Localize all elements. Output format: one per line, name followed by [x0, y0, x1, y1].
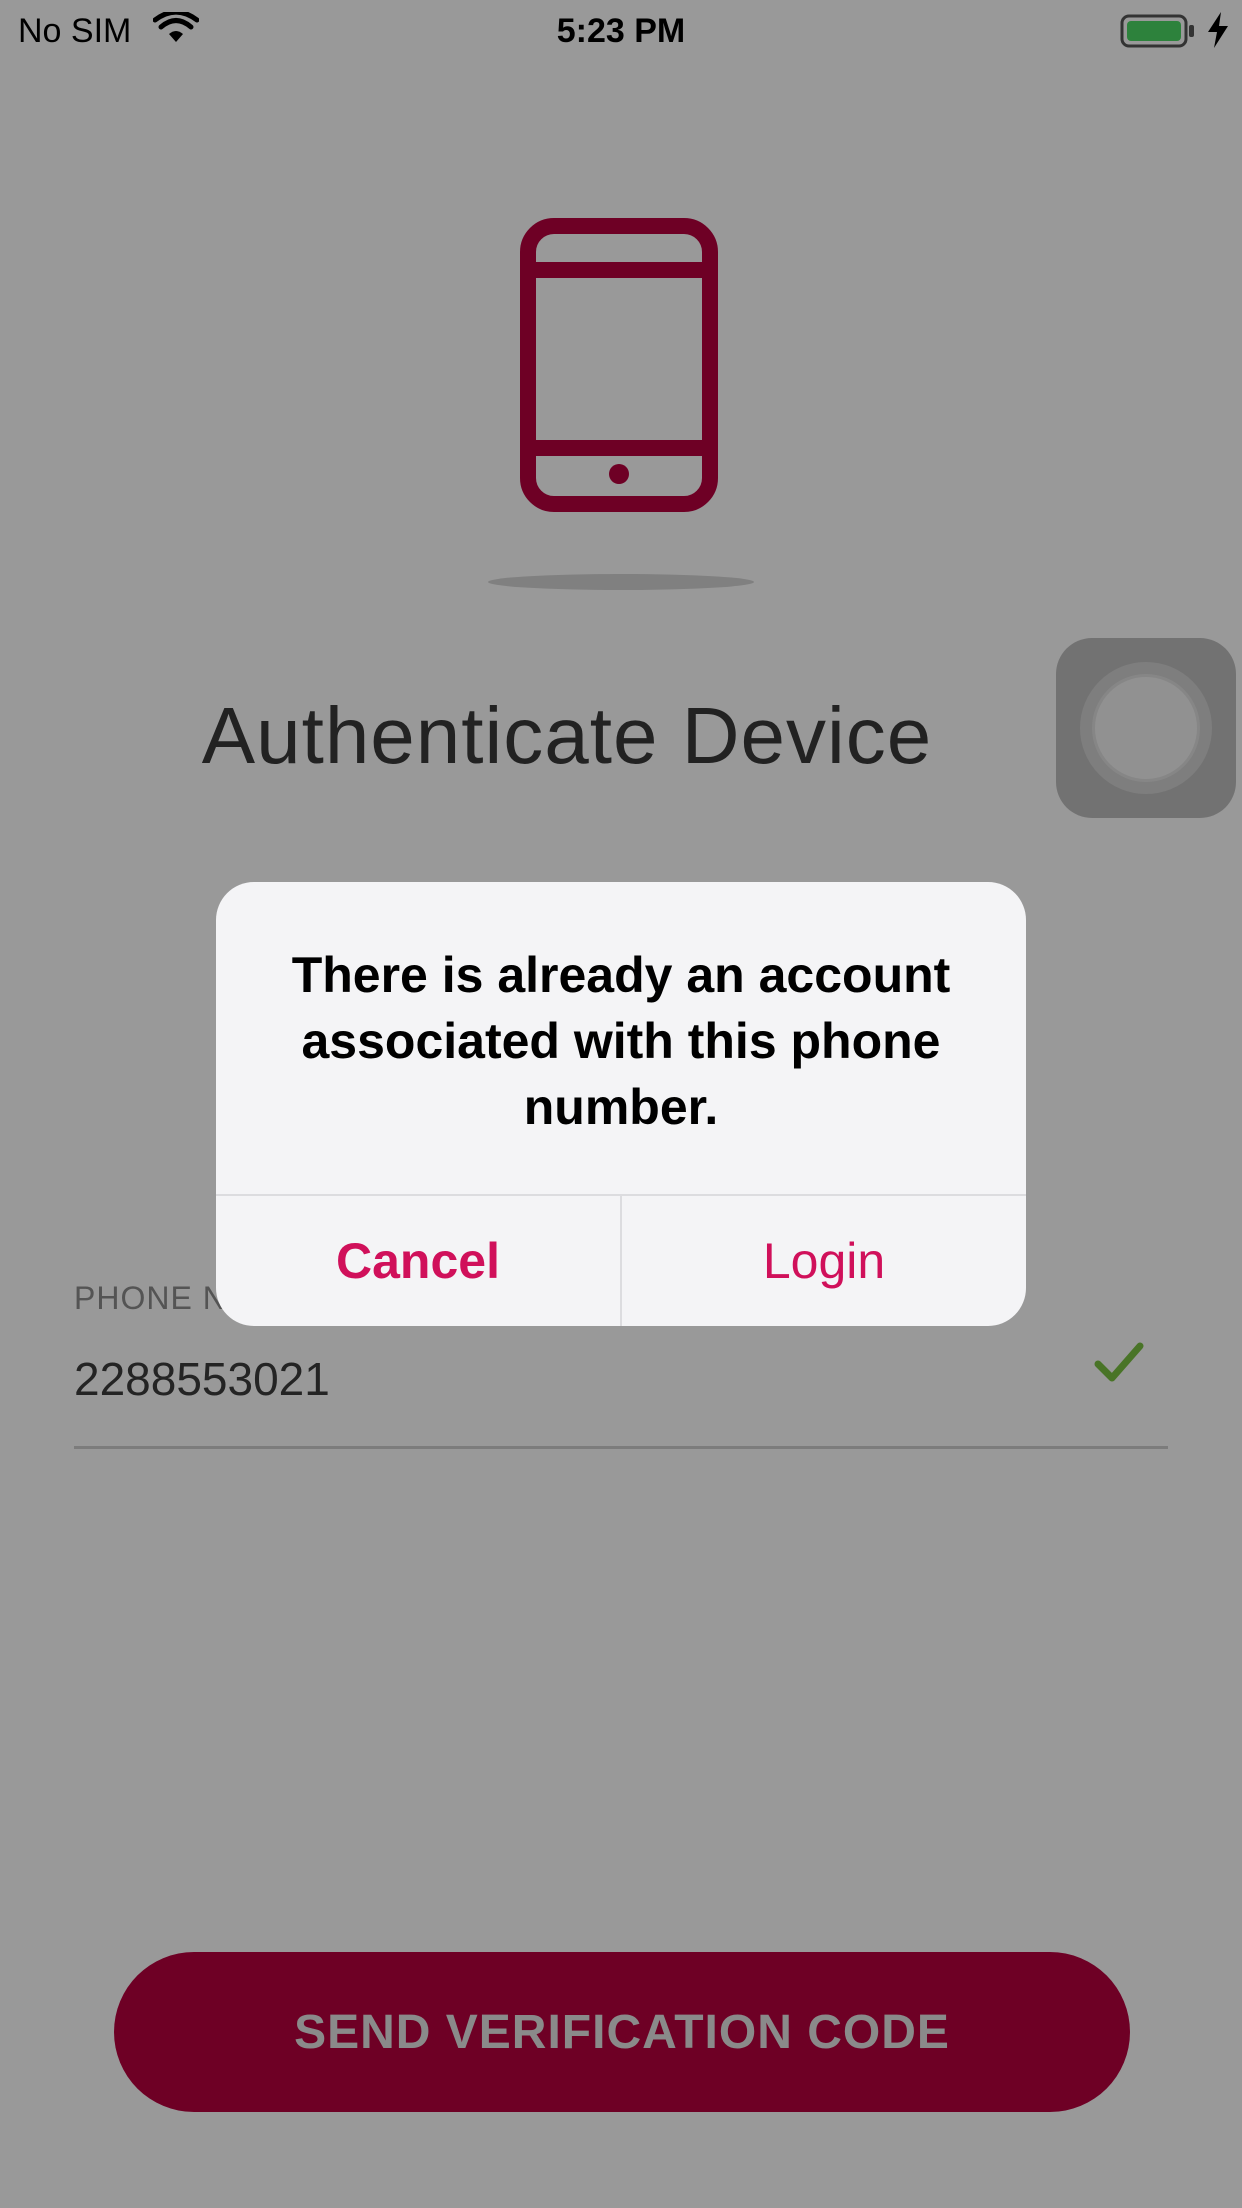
alert-dialog: There is already an account associated w… [216, 882, 1026, 1326]
cancel-button[interactable]: Cancel [216, 1196, 620, 1326]
alert-message: There is already an account associated w… [291, 947, 951, 1135]
login-button[interactable]: Login [622, 1196, 1026, 1326]
